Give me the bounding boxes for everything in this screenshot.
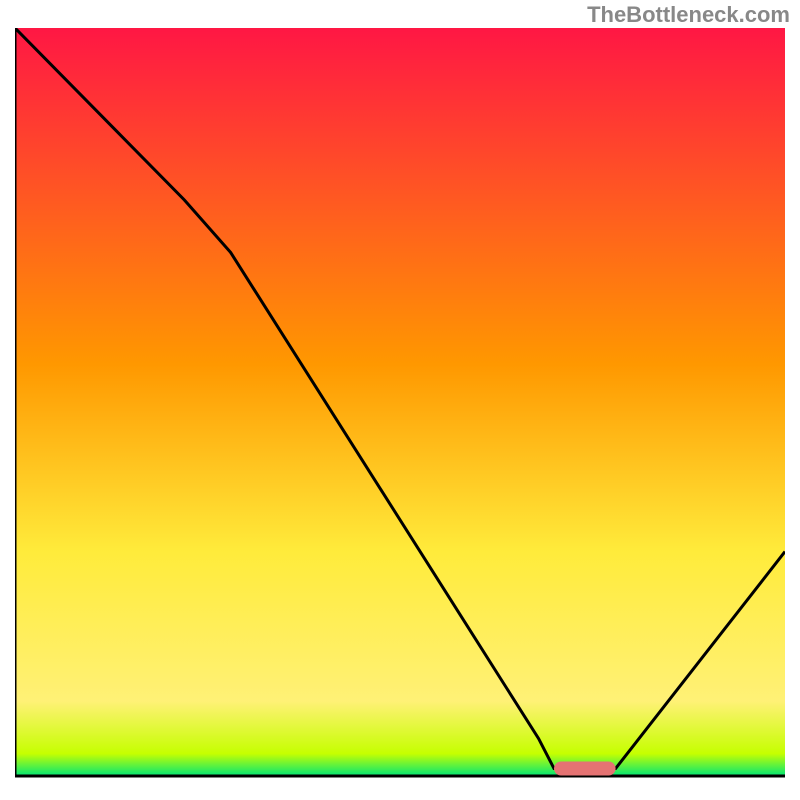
optimal-marker [554,762,616,776]
chart-svg [15,28,785,788]
gradient-background [15,28,785,776]
bottleneck-chart [15,28,785,788]
watermark-text: TheBottleneck.com [587,2,790,28]
